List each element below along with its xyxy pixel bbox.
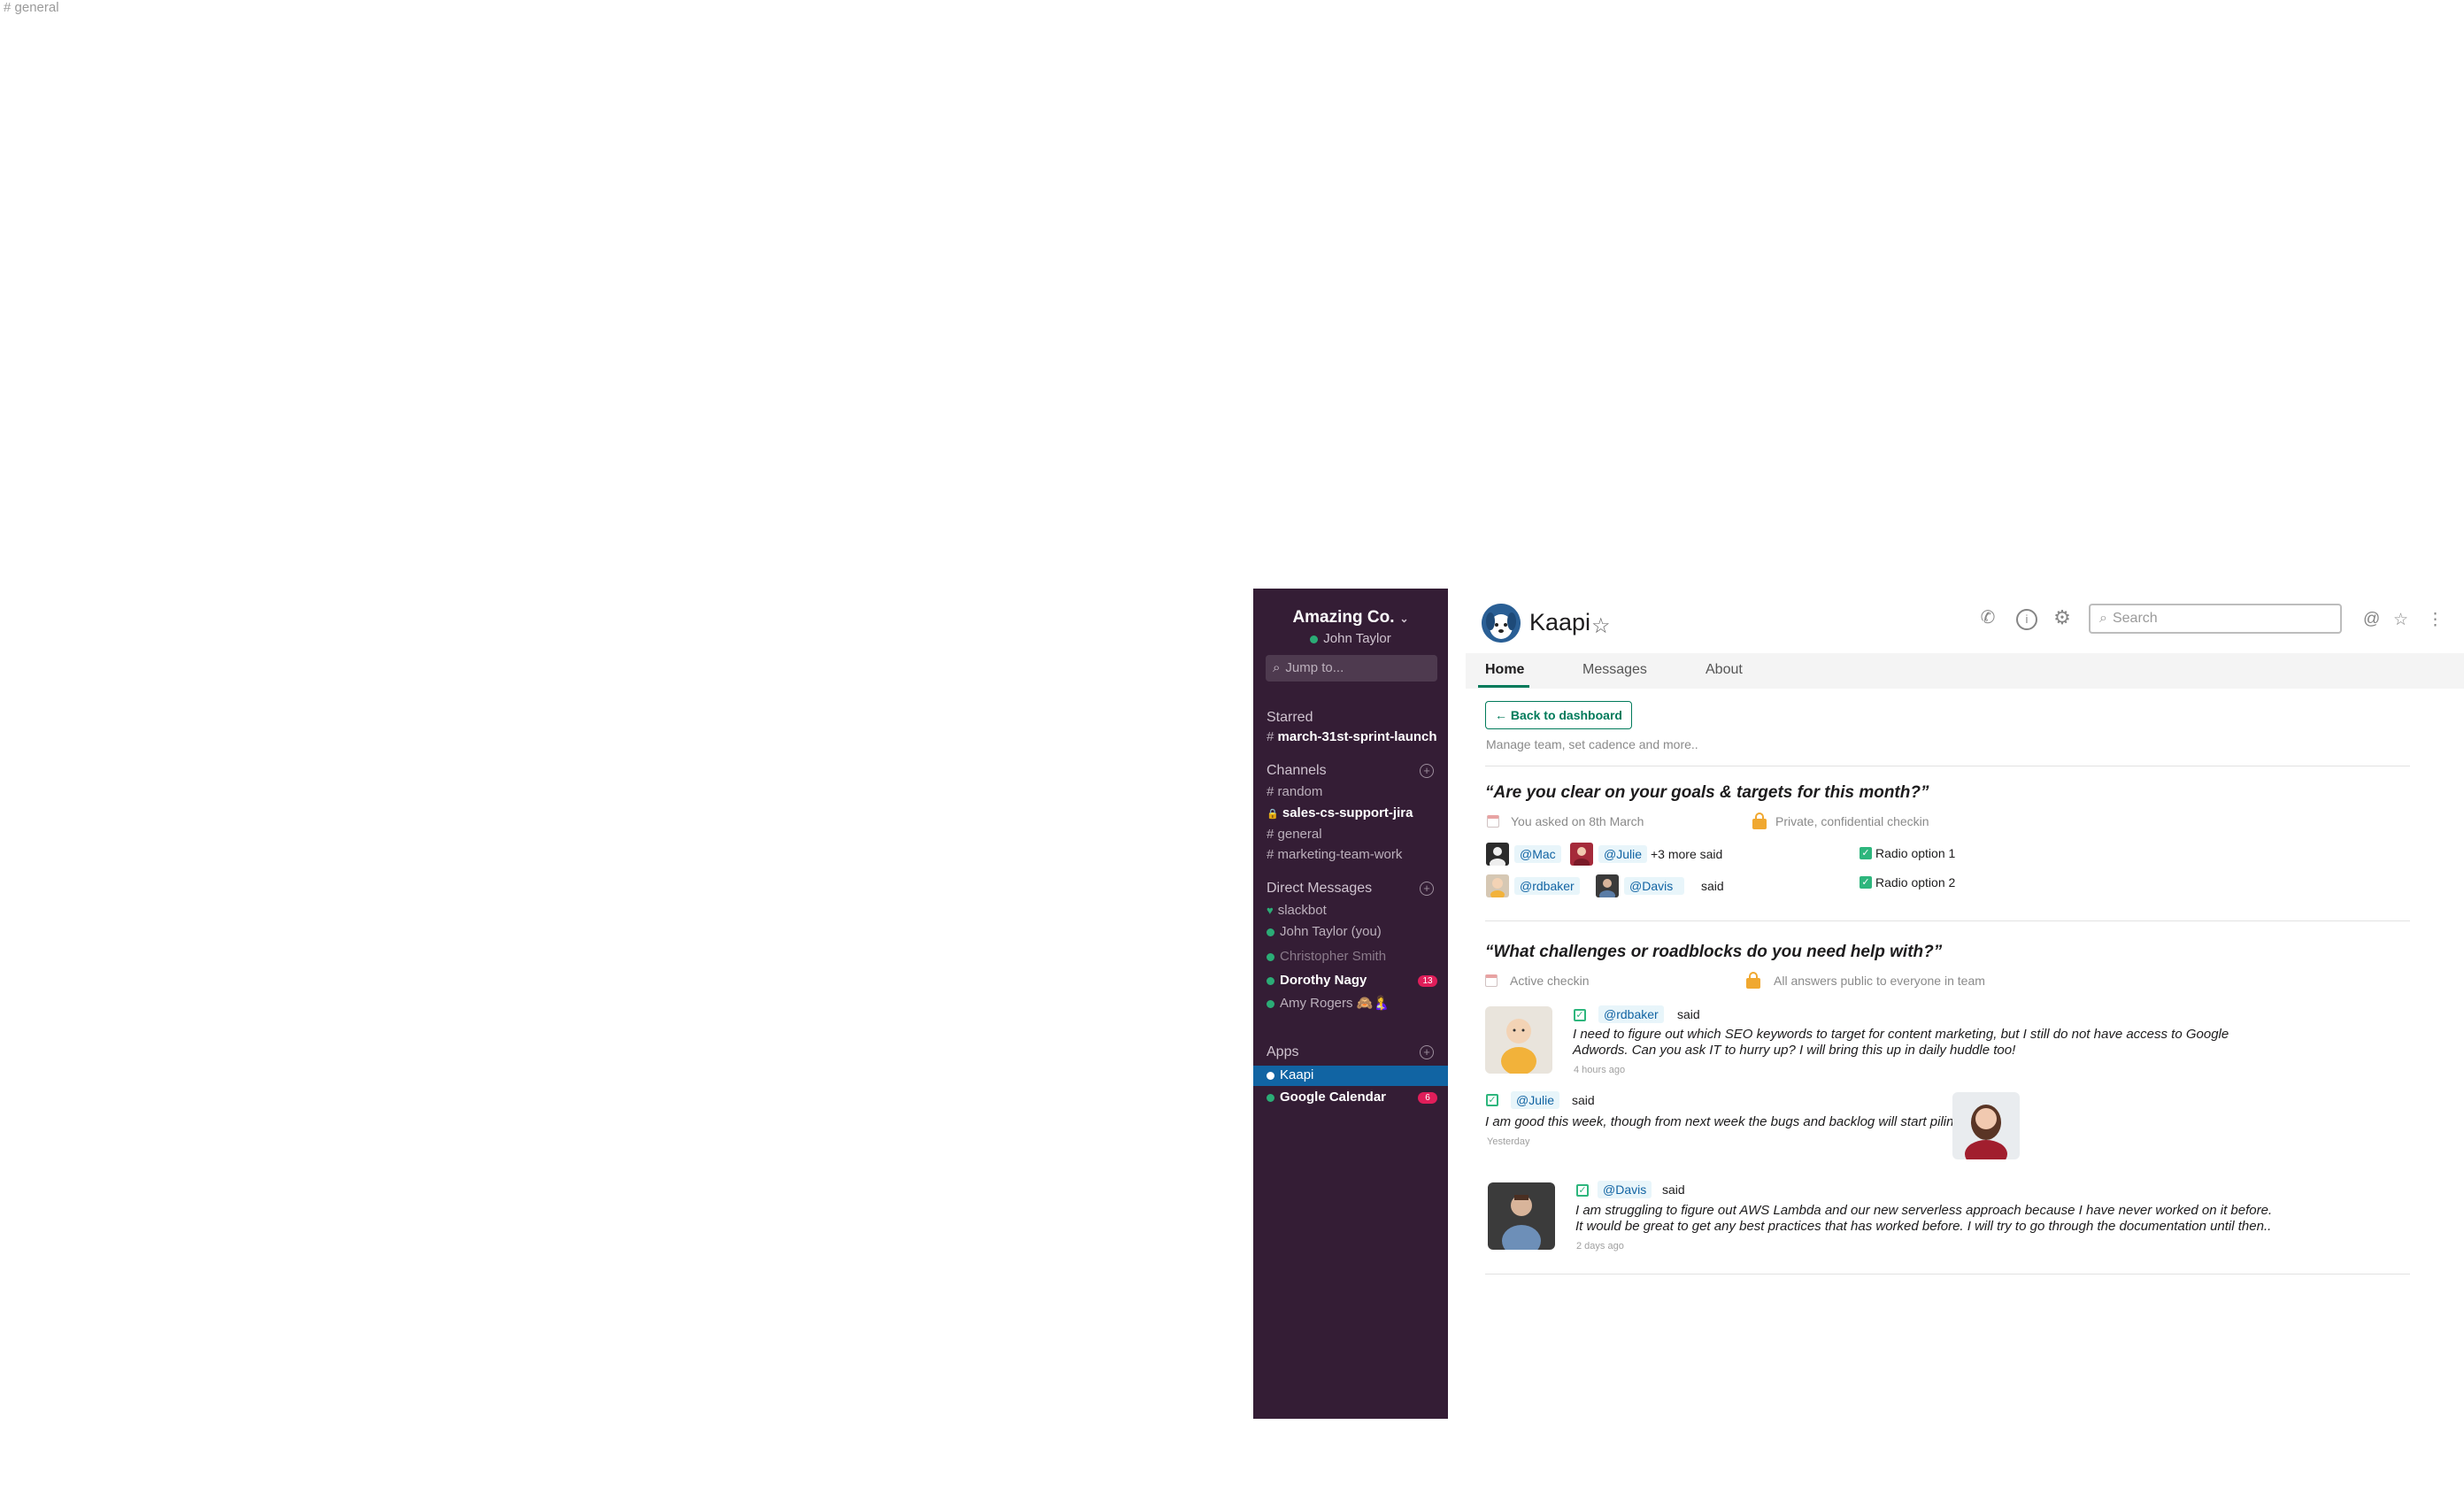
avatar [1952,1092,2020,1168]
current-user: John Taylor [1323,631,1391,646]
mention-rdbaker[interactable]: @rdbaker [1514,877,1580,895]
radio-option: Radio option 2 [1875,875,1956,889]
presence-icon [1267,952,1274,961]
privacy-label: All answers public to everyone in team [1774,974,1985,988]
tab-home[interactable]: Home [1485,662,1524,678]
privacy-label: Private, confidential checkin [1775,814,1929,828]
said-label: said [1572,1093,1595,1107]
search-icon: ⌕ [2099,611,2107,626]
workspace-switcher[interactable]: Amazing Co. ⌄ John Taylor [1253,608,1448,646]
calendar-icon [1485,974,1498,987]
info-icon[interactable]: i [2016,609,2037,630]
lock-icon: 🔒 [1267,809,1279,820]
more-said: +3 more said [1651,847,1723,861]
answer-time: Yesterday [1487,1136,1530,1147]
jump-to-input[interactable]: ⌕ Jump to... [1266,655,1437,682]
presence-icon [1267,1071,1274,1080]
checkbox-icon: ✓ [1860,876,1872,889]
back-to-dashboard-button[interactable]: ← Back to dashboard [1485,701,1632,729]
heart-icon: ♥ [1267,904,1274,917]
lock-icon [1752,812,1767,829]
checkbox-icon: ✓ [1576,1184,1589,1197]
sidebar-item-sales-cs-support-jira[interactable]: 🔒 sales-cs-support-jira [1267,805,1413,820]
sidebar-item-dorothy-nagy[interactable]: Dorothy Nagy [1267,973,1367,988]
phone-icon[interactable]: ✆ [1979,609,1997,627]
channel-label: # general [4,0,59,15]
checkbox-icon: ✓ [1486,1094,1498,1106]
unread-badge: 6 [1418,1092,1437,1104]
add-app-icon[interactable]: + [1420,1045,1434,1059]
checkin-question: “Are you clear on your goals & targets f… [1485,783,1929,802]
answer-time: 2 days ago [1576,1241,1624,1251]
add-channel-icon[interactable]: + [1420,764,1434,778]
said-label: said [1701,879,1724,893]
sidebar-item-john-taylor[interactable]: John Taylor (you) [1267,924,1382,939]
answer-time: 4 hours ago [1574,1065,1626,1075]
sidebar-item-kaapi[interactable]: Kaapi [1267,1067,1313,1082]
mention-mac[interactable]: @Mac [1514,845,1561,863]
answer-text: I need to figure out which SEO keywords … [1573,1027,2229,1058]
mentions-icon[interactable]: @ [2363,610,2380,629]
avatar [1596,874,1619,901]
divider [1485,1274,2410,1275]
add-dm-icon[interactable]: + [1420,882,1434,896]
mention-julie[interactable]: @Julie [1511,1091,1560,1109]
tab-messages[interactable]: Messages [1582,662,1647,678]
tab-about[interactable]: About [1706,662,1743,678]
checkin-question: “What challenges or roadblocks do you ne… [1485,943,1943,961]
mention-julie[interactable]: @Julie [1598,845,1648,863]
calendar-icon [1487,815,1499,828]
presence-icon [1267,928,1274,936]
mention-davis[interactable]: @Davis [1624,877,1684,895]
said-label: said [1677,1007,1700,1021]
more-icon[interactable]: ⋮ [2427,610,2444,630]
presence-icon [1267,999,1274,1008]
workspace-name: Amazing Co. [1292,608,1395,627]
avatar [1485,1006,1552,1075]
gear-icon[interactable]: ⚙ [2053,608,2071,628]
mention-rdbaker[interactable]: @rdbaker [1598,1005,1664,1023]
chevron-down-icon: ⌄ [1399,612,1409,625]
avatar [1486,843,1509,869]
sidebar-item-random[interactable]: # random [1267,784,1322,799]
sidebar: Amazing Co. ⌄ John Taylor ⌕ Jump to... Sta… [1253,589,1448,1419]
lock-icon [1746,972,1760,989]
presence-icon [1267,1093,1274,1102]
answer-text: I am good this week, though from next we… [1485,1114,1980,1129]
sidebar-item-google-calendar[interactable]: Google Calendar [1267,1090,1386,1105]
sidebar-item-slackbot[interactable]: ♥ slackbot [1267,903,1327,918]
starred-heading: Starred [1267,710,1313,725]
mention-davis[interactable]: @Davis [1598,1181,1652,1198]
kaapi-app-avatar [1482,604,1521,643]
sidebar-item-general[interactable]: # general [1267,827,1322,842]
avatar [1488,1182,1555,1257]
star-icon[interactable]: ☆ [1591,613,1611,639]
unread-badge: 13 [1418,975,1437,987]
subtitle: Manage team, set cadence and more.. [1486,737,1698,751]
answer-text: I am struggling to figure out AWS Lambda… [1575,1203,2273,1234]
avatar [1486,874,1509,899]
radio-option: Radio option 1 [1875,846,1956,860]
sidebar-item-amy-rogers[interactable]: Amy Rogers 🙈🤱 [1267,995,1390,1011]
search-input[interactable]: ⌕ Search [2089,604,2342,634]
app-title: Kaapi [1529,609,1591,635]
jump-icon: ⌕ [1273,660,1281,675]
dm-heading: Direct Messages [1267,881,1373,896]
apps-heading: Apps [1267,1044,1299,1059]
sidebar-item-christopher-smith[interactable]: Christopher Smith [1267,949,1386,964]
divider [1485,920,2410,921]
tab-indicator [1478,685,1529,688]
presence-icon [1310,635,1319,643]
asked-date: You asked on 8th March [1511,814,1644,828]
checkbox-icon: ✓ [1574,1009,1586,1021]
said-label: said [1662,1182,1685,1197]
avatar [1570,843,1593,869]
star-icon[interactable]: ☆ [2393,610,2408,630]
channels-heading: Channels [1267,763,1327,778]
checkin-status: Active checkin [1510,974,1590,988]
presence-icon [1267,976,1274,985]
sidebar-item-march-31st-sprint-launch[interactable]: # march-31st-sprint-launch [1267,729,1437,744]
sidebar-item-marketing-team-work[interactable]: # marketing-team-work [1267,847,1402,862]
checkbox-icon: ✓ [1860,847,1872,859]
